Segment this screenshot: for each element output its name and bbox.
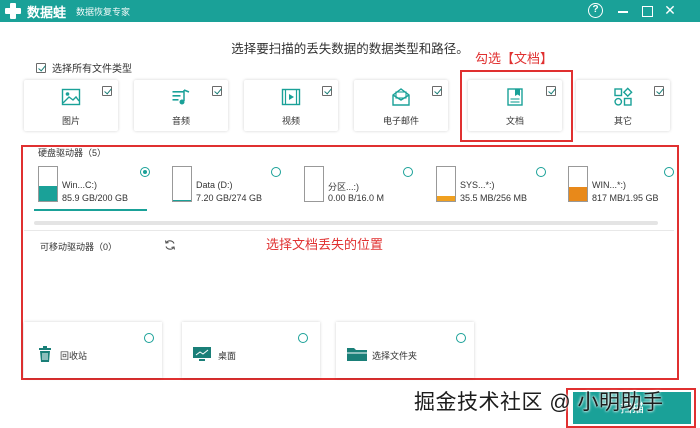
folder-icon — [347, 348, 367, 361]
file-type-card-audio[interactable]: 音频 — [134, 80, 228, 131]
location-radio[interactable] — [144, 333, 154, 343]
file-type-card-email[interactable]: 电子邮件 — [354, 80, 448, 131]
file-type-label: 视频 — [281, 116, 300, 126]
document-checkbox[interactable] — [546, 86, 556, 96]
drive-usage-fill — [569, 186, 587, 201]
location-label: 选择文件夹 — [372, 351, 418, 361]
file-type-label: 音频 — [171, 116, 190, 126]
email-checkbox[interactable] — [432, 86, 442, 96]
page-heading: 选择要扫描的丢失数据的数据类型和路径。 — [231, 42, 469, 56]
location-card-choose-folder[interactable]: 选择文件夹 — [336, 322, 474, 378]
drive-icon — [436, 166, 456, 202]
image-icon — [61, 88, 81, 106]
drive-name: Win...C:) — [62, 180, 97, 190]
file-type-card-other[interactable]: 其它 — [576, 80, 670, 131]
select-all-checkbox[interactable]: 选择所有文件类型 — [36, 60, 132, 75]
file-type-label: 其它 — [613, 116, 632, 126]
document-icon — [507, 88, 523, 106]
horizontal-scrollbar[interactable] — [34, 221, 658, 225]
section-divider — [24, 230, 674, 231]
drive-radio[interactable] — [536, 167, 546, 177]
music-icon — [172, 89, 190, 105]
location-radio[interactable] — [298, 333, 308, 343]
video-icon — [281, 88, 301, 106]
other-icon — [614, 87, 633, 106]
location-label: 回收站 — [60, 351, 88, 361]
drive-name: Data (D:) — [196, 180, 233, 190]
help-icon[interactable]: ? — [588, 3, 603, 18]
mail-icon — [392, 88, 410, 106]
drive-name: WIN...*:) — [592, 180, 626, 190]
drive-icon — [38, 166, 58, 202]
file-type-label: 电子邮件 — [382, 116, 419, 126]
location-label: 桌面 — [218, 351, 237, 361]
drive-size: 85.9 GB/200 GB — [62, 193, 129, 203]
app-name: 数据蛙 — [27, 4, 67, 20]
selected-drive-underline — [34, 209, 147, 211]
select-all-label: 选择所有文件类型 — [52, 64, 132, 75]
drive-icon — [304, 166, 324, 202]
video-checkbox[interactable] — [322, 86, 332, 96]
drive-usage-fill — [173, 199, 191, 201]
brand: 数据蛙 数据恢复专家 — [4, 2, 130, 20]
drive-name: 分区...:) — [328, 182, 359, 192]
file-type-card-document[interactable]: 文档 — [468, 80, 562, 131]
drive-radio[interactable] — [140, 167, 150, 177]
drive-usage-fill — [39, 186, 57, 201]
file-type-label: 文档 — [505, 116, 524, 126]
refresh-icon[interactable] — [164, 239, 176, 251]
maximize-icon[interactable] — [638, 2, 656, 20]
file-type-label: 图片 — [61, 116, 80, 126]
title-bar: 数据蛙 数据恢复专家 ? ✕ — [0, 0, 700, 22]
other-checkbox[interactable] — [654, 86, 664, 96]
drive-usage-fill — [437, 196, 455, 201]
recycle-bin-icon — [39, 346, 51, 362]
drive-radio[interactable] — [271, 167, 281, 177]
drive-name: SYS...*:) — [460, 180, 495, 190]
removable-drives-title: 可移动驱动器（0） — [40, 242, 118, 252]
drive-radio[interactable] — [403, 167, 413, 177]
drive-size: 7.20 GB/274 GB — [196, 193, 263, 203]
drive-size: 0.00 B/16.0 M — [328, 193, 385, 203]
watermark: 掘金技术社区 @ 小明助手 — [414, 391, 664, 414]
close-icon[interactable]: ✕ — [661, 2, 679, 20]
drive-size: 817 MB/1.95 GB — [592, 193, 659, 203]
annotation-choose-location: 选择文档丢失的位置 — [266, 237, 384, 252]
location-card-desktop[interactable]: 桌面 — [182, 322, 320, 378]
image-checkbox[interactable] — [102, 86, 112, 96]
hard-drives-title: 硬盘驱动器（5） — [38, 148, 107, 158]
file-type-card-video[interactable]: 视频 — [244, 80, 338, 131]
drive-icon — [172, 166, 192, 202]
app-subtitle: 数据恢复专家 — [76, 6, 131, 17]
desktop-icon — [193, 347, 211, 361]
file-type-card-image[interactable]: 图片 — [24, 80, 118, 131]
minimize-icon[interactable] — [614, 2, 632, 20]
location-radio[interactable] — [456, 333, 466, 343]
app-logo-icon — [4, 2, 22, 20]
annotation-check-docs: 勾选【文档】 — [475, 51, 554, 66]
drive-radio[interactable] — [664, 167, 674, 177]
audio-checkbox[interactable] — [212, 86, 222, 96]
checkbox-icon[interactable] — [36, 62, 46, 73]
drive-icon — [568, 166, 588, 202]
location-card-recycle-bin[interactable]: 回收站 — [24, 322, 162, 378]
drive-size: 35.5 MB/256 MB — [460, 193, 528, 203]
